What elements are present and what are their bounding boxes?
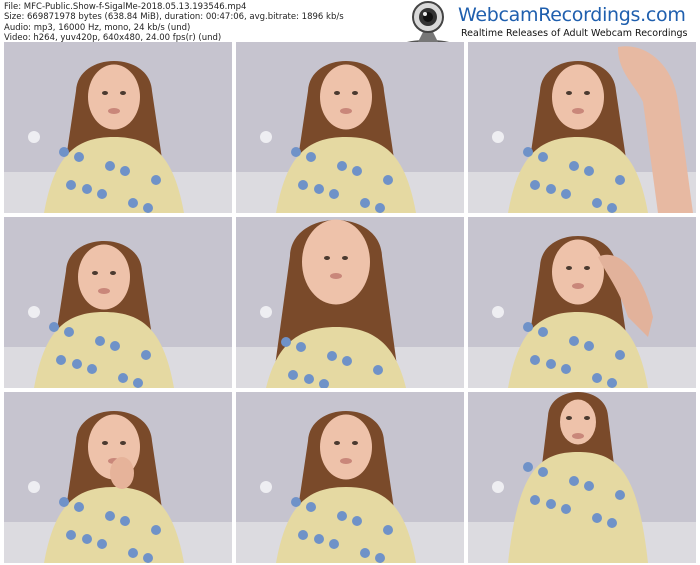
thumbnail-image [4, 392, 232, 563]
video-thumbnail [236, 392, 464, 563]
file-info: File: MFC-Public.Show-f-SigalMe-2018.05.… [4, 2, 344, 43]
thumbnail-image [4, 42, 232, 213]
site-logo: WebcamRecordings.com Realtime Releases o… [398, 1, 698, 48]
thumbnail-image [468, 217, 696, 388]
thumbnail-grid [4, 42, 696, 563]
thumbnail-image [4, 217, 232, 388]
header: File: MFC-Public.Show-f-SigalMe-2018.05.… [0, 0, 700, 48]
logo-tagline: Realtime Releases of Adult Webcam Record… [461, 28, 688, 39]
video-thumbnail [4, 217, 232, 388]
thumbnail-image [236, 217, 464, 388]
file-info-line: Audio: mp3, 16000 Hz, mono, 24 kb/s (und… [4, 22, 191, 33]
video-thumbnail [4, 392, 232, 563]
video-thumbnail [4, 42, 232, 213]
thumbnail-image [468, 392, 696, 563]
thumbnail-image [236, 42, 464, 213]
thumbnail-image [468, 42, 696, 213]
video-thumbnail [236, 217, 464, 388]
thumbnail-image [236, 392, 464, 563]
video-thumbnail [468, 392, 696, 563]
logo-title: WebcamRecordings.com [458, 4, 686, 26]
video-thumbnail [468, 217, 696, 388]
video-thumbnail [468, 42, 696, 213]
webcam-icon [404, 1, 452, 48]
file-info-line: File: MFC-Public.Show-f-SigalMe-2018.05.… [4, 2, 247, 12]
file-info-line: Size: 669871978 bytes (638.84 MiB), dura… [4, 12, 344, 23]
video-thumbnail [236, 42, 464, 213]
